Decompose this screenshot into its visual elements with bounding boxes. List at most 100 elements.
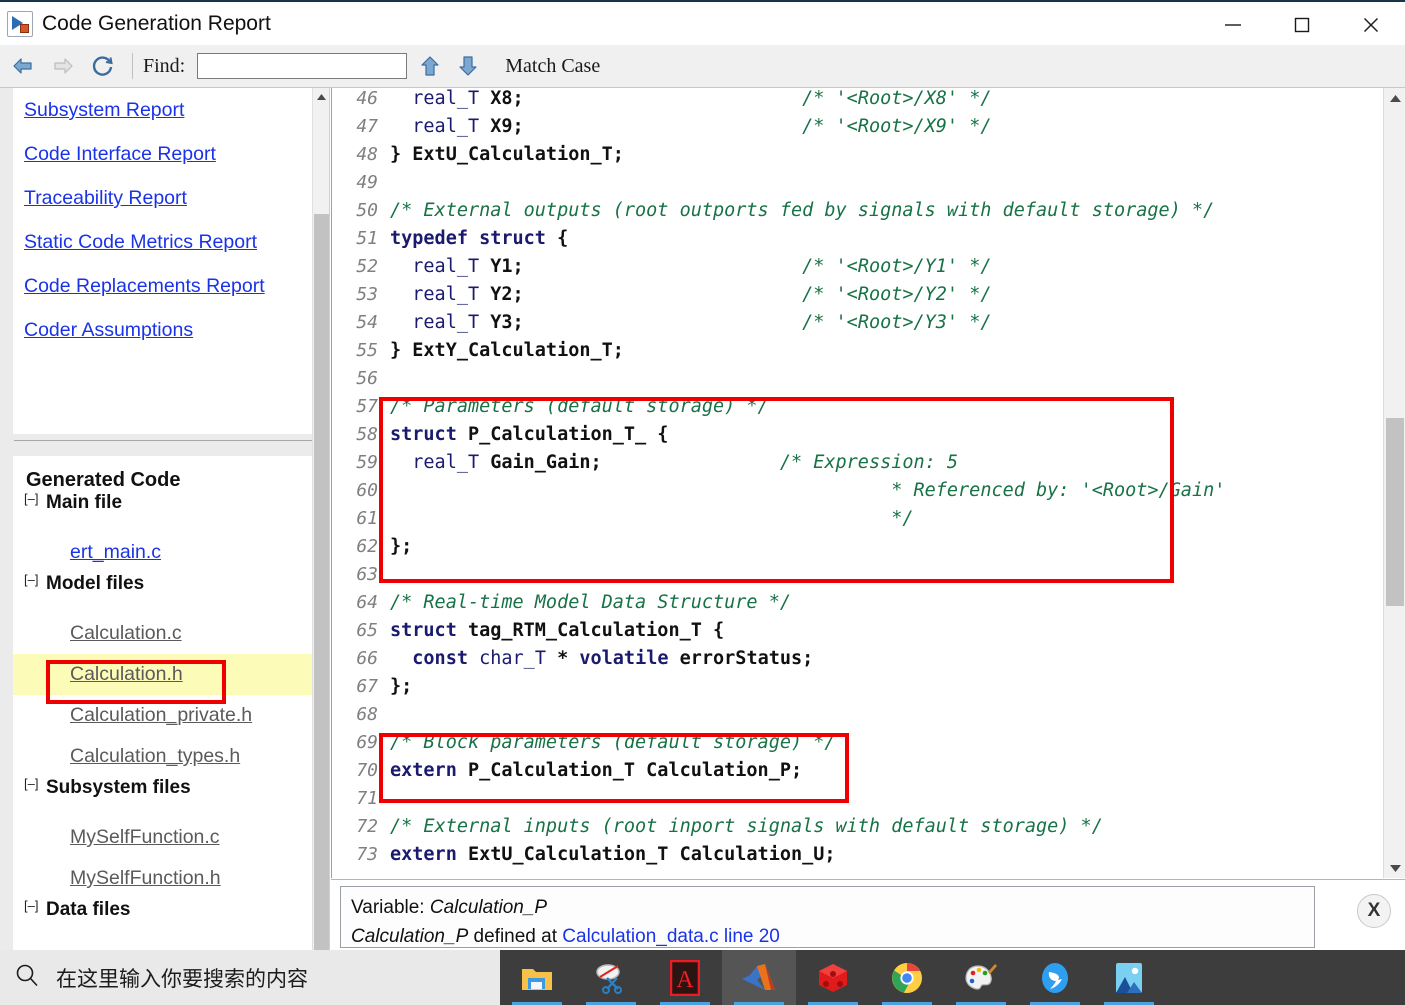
- acrobat-reader-icon[interactable]: A: [648, 950, 722, 1005]
- close-icon[interactable]: [1336, 2, 1405, 47]
- sidebar-scroll-thumb[interactable]: [314, 214, 329, 950]
- variable-info-panel: Variable: Calculation_P Calculation_P de…: [331, 879, 1405, 950]
- tree-group[interactable]: [–]Model files: [13, 573, 313, 613]
- code-token: real_T: [412, 452, 479, 473]
- matlab-icon[interactable]: [722, 950, 796, 1005]
- sidebar-file-link[interactable]: MySelfFunction.c: [13, 817, 313, 858]
- photos-icon[interactable]: [1092, 950, 1166, 1005]
- file-link-label[interactable]: Calculation_private.h: [70, 704, 252, 726]
- tree-group[interactable]: [–]Data files: [13, 899, 313, 939]
- code-line: 70extern P_Calculation_T Calculation_P;: [332, 757, 1225, 785]
- code-line-text: const char_T * volatile errorStatus;: [390, 645, 1225, 673]
- sidebar-report-link[interactable]: Subsystem Report: [13, 88, 313, 132]
- collapse-icon[interactable]: [–]: [24, 898, 46, 913]
- code-token: [390, 116, 412, 137]
- sidebar-file-link[interactable]: Calculation.h: [13, 654, 313, 695]
- code-line: 49: [332, 169, 1225, 197]
- code-line: 64/* Real-time Model Data Structure */: [332, 589, 1225, 617]
- variable-info-content: Variable: Calculation_P Calculation_P de…: [340, 886, 1315, 948]
- code-token: [390, 480, 891, 501]
- sidebar-file-link[interactable]: ert_main.c: [13, 532, 313, 573]
- sidebar: Subsystem ReportCode Interface ReportTra…: [0, 88, 330, 950]
- code-token: struct: [390, 620, 457, 641]
- code-line-text: struct tag_RTM_Calculation_T {: [390, 617, 1225, 645]
- code-token: extern: [390, 844, 457, 865]
- code-token: /* Parameters (default storage) */: [390, 396, 769, 417]
- definition-link[interactable]: Calculation_data.c line 20: [562, 926, 780, 947]
- snipping-tool-icon[interactable]: [574, 950, 648, 1005]
- line-number: 68: [332, 701, 390, 729]
- code-token: [390, 256, 412, 277]
- line-number: 53: [332, 281, 390, 309]
- code-line-text: real_T Y2; /* '<Root>/Y2' */: [390, 281, 1225, 309]
- down-arrow-icon[interactable]: [453, 49, 483, 83]
- line-number: 52: [332, 253, 390, 281]
- sidebar-file-link[interactable]: MySelfFunction.h: [13, 858, 313, 899]
- code-line-text: real_T Y3; /* '<Root>/Y3' */: [390, 309, 1225, 337]
- file-explorer-icon[interactable]: [500, 950, 574, 1005]
- code-line: 47 real_T X9; /* '<Root>/X9' */: [332, 113, 1225, 141]
- line-number: 56: [332, 365, 390, 393]
- chrome-icon[interactable]: [870, 950, 944, 1005]
- sidebar-file-link[interactable]: Calculation_types.h: [13, 736, 313, 777]
- paint-icon[interactable]: [944, 950, 1018, 1005]
- sidebar-report-link[interactable]: Traceability Report: [13, 176, 313, 220]
- code-scrollbar[interactable]: [1383, 88, 1405, 878]
- file-link-label[interactable]: MySelfFunction.h: [70, 867, 221, 889]
- sidebar-report-link[interactable]: Code Replacements Report: [13, 264, 313, 308]
- file-link-label[interactable]: MySelfFunction.c: [70, 826, 220, 848]
- minimize-icon[interactable]: [1198, 2, 1267, 47]
- tree-group[interactable]: [–]Main file: [13, 492, 313, 532]
- collapse-icon[interactable]: [–]: [24, 776, 46, 791]
- line-number: 73: [332, 841, 390, 869]
- code-line-text: real_T X8; /* '<Root>/X8' */: [390, 88, 1225, 113]
- line-number: 58: [332, 421, 390, 449]
- line-number: 48: [332, 141, 390, 169]
- search-input[interactable]: [197, 53, 407, 79]
- code-token: real_T: [412, 256, 479, 277]
- code-line: 50/* External outputs (root outports fed…: [332, 197, 1225, 225]
- file-link-label[interactable]: ert_main.c: [70, 541, 161, 563]
- sidebar-report-link[interactable]: Coder Assumptions: [13, 308, 313, 352]
- file-link-label[interactable]: Calculation_types.h: [70, 745, 240, 767]
- tree-group[interactable]: [–]Subsystem files: [13, 777, 313, 817]
- dingtalk-icon[interactable]: [1018, 950, 1092, 1005]
- code-line-text: struct P_Calculation_T_ {: [390, 421, 1225, 449]
- reports-card: Subsystem ReportCode Interface ReportTra…: [13, 88, 313, 434]
- sidebar-report-link[interactable]: Code Interface Report: [13, 132, 313, 176]
- code-scroll-area: 46 real_T X8; /* '<Root>/X8' */47 real_T…: [332, 88, 1372, 876]
- code-scroll-thumb[interactable]: [1386, 418, 1404, 606]
- sidebar-file-link[interactable]: Calculation_data.c: [13, 939, 313, 950]
- code-token: /* Real-time Model Data Structure */: [390, 592, 791, 613]
- code-token: * Referenced by: '<Root>/Gain': [891, 480, 1225, 501]
- toolbar-divider: [132, 53, 133, 79]
- simulink-coder-icon: [7, 11, 33, 37]
- code-line: 58struct P_Calculation_T_ {: [332, 421, 1225, 449]
- sidebar-file-link[interactable]: Calculation.c: [13, 613, 313, 654]
- taskbar-search-box[interactable]: 在这里输入你要搜索的内容: [0, 950, 500, 1005]
- code-token: [390, 648, 412, 669]
- maximize-icon[interactable]: [1267, 2, 1336, 47]
- sidebar-file-link[interactable]: Calculation_private.h: [13, 695, 313, 736]
- code-scroll-up-icon[interactable]: [1384, 88, 1405, 108]
- line-number: 67: [332, 673, 390, 701]
- solidworks-icon[interactable]: [796, 950, 870, 1005]
- sidebar-report-link[interactable]: Static Code Metrics Report: [13, 220, 313, 264]
- sidebar-scrollbar[interactable]: [312, 88, 329, 950]
- file-link-label[interactable]: Calculation.h: [70, 663, 183, 685]
- collapse-icon[interactable]: [–]: [24, 572, 46, 587]
- code-line-text: extern ExtU_Calculation_T Calculation_U;: [390, 841, 1225, 869]
- back-arrow-icon[interactable]: [6, 49, 40, 83]
- close-info-panel-button[interactable]: X: [1357, 894, 1391, 928]
- code-token: /* '<Root>/Y3' */: [802, 312, 991, 333]
- up-arrow-icon[interactable]: [415, 49, 445, 83]
- file-link-label[interactable]: Calculation.c: [70, 622, 182, 644]
- code-scroll-down-icon[interactable]: [1384, 858, 1405, 878]
- code-line-text: extern P_Calculation_T Calculation_P;: [390, 757, 1225, 785]
- collapse-icon[interactable]: [–]: [24, 491, 46, 506]
- match-case-label[interactable]: Match Case: [505, 55, 600, 78]
- refresh-icon[interactable]: [86, 49, 120, 83]
- scroll-up-icon[interactable]: [313, 88, 330, 105]
- code-token: [390, 284, 412, 305]
- code-line: 51typedef struct {: [332, 225, 1225, 253]
